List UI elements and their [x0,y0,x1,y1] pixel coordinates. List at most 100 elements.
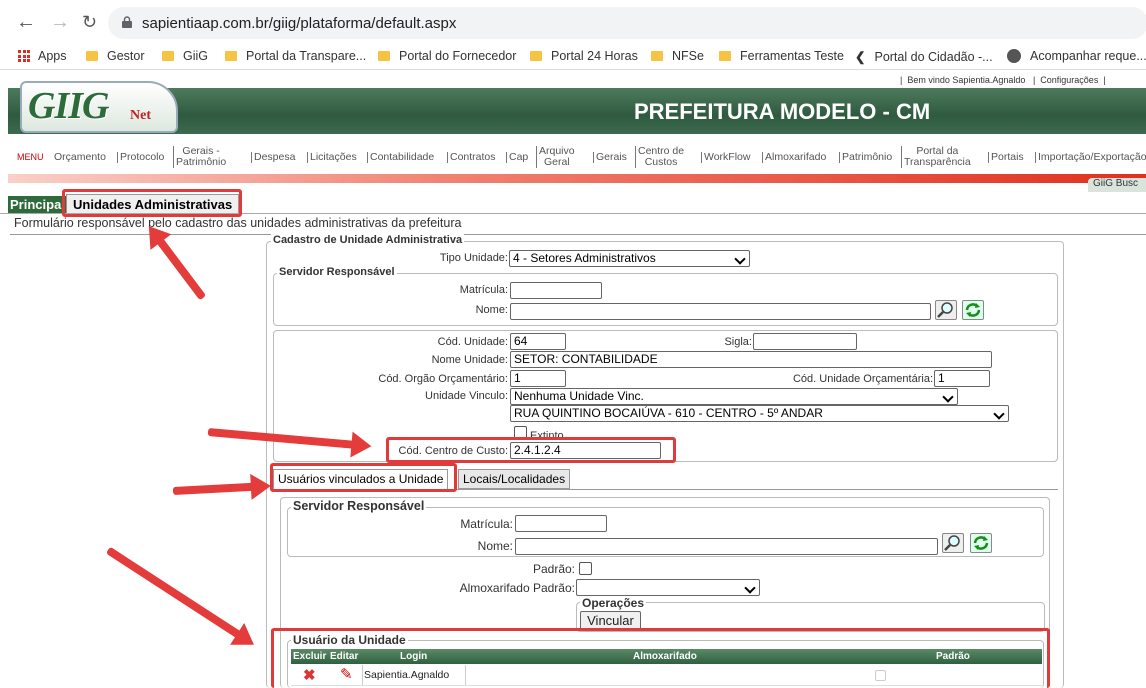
usuarios-nome-label: Nome: [477,539,513,553]
nome-input[interactable] [510,303,931,320]
nome-label: Nome: [475,304,508,316]
description-divider [10,234,1146,235]
menu-workflow[interactable]: WorkFlow [701,152,750,163]
folder-icon [651,51,663,61]
bookmark-apps[interactable]: Apps [18,49,67,63]
bookmark-giig[interactable]: GiiG [162,49,208,63]
almox-select[interactable] [576,579,760,596]
highlight-usuarios-tab [270,463,457,492]
highlight-usuario-grid [271,628,1050,688]
nome-unidade-label: Nome Unidade: [431,354,508,366]
logo-text: GIIG [28,85,109,127]
menu-patrimonio[interactable]: Patrimônio [839,152,892,163]
annotation-arrow-icon [105,546,245,641]
tab-principal[interactable]: Principal [8,196,67,213]
tipo-unidade-label: Tipo Unidade: [439,252,508,264]
giig-busca-tab[interactable]: GiiG Busc [1088,178,1146,192]
bookmark-portal-cidadao[interactable]: ❮ Portal do Cidadão -... [855,49,993,65]
header-accent-line [8,174,1146,183]
highlight-unidades-tab [62,189,242,217]
search-icon[interactable] [942,533,964,553]
bookmark-acompanhar[interactable]: Acompanhar reque... [1007,49,1146,63]
padrao-label: Padrão: [532,562,575,576]
refresh-icon[interactable] [970,533,992,553]
lock-icon [122,16,132,28]
matricula-label: Matrícula: [459,284,508,296]
apps-grid-icon [18,50,30,62]
search-icon[interactable] [935,300,957,320]
bookmark-ferramentas[interactable]: Ferramentas Teste [719,49,844,63]
servidor-legend: Servidor Responsável [277,266,397,278]
cod-unid-orc-label: Cód. Unidade Orçamentária: [792,373,933,385]
annotation-arrow-icon [172,482,258,495]
url-text[interactable]: sapientiaap.com.br/giig/plataforma/defau… [142,15,456,32]
menu-arquivo-geral[interactable]: Arquivo Geral [536,146,575,168]
menu-despesa[interactable]: Despesa [251,152,295,163]
usuarios-servidor-legend: Servidor Responsável [291,499,427,513]
cod-unid-orc-input[interactable]: 1 [934,370,990,387]
bookmark-gestor[interactable]: Gestor [86,49,145,63]
folder-icon [225,51,237,61]
bookmark-portal-24h[interactable]: Portal 24 Horas [530,49,638,63]
menu-licitacoes[interactable]: Licitações [307,152,357,163]
menu-portal-transparencia[interactable]: Portal da Transparência [901,146,971,168]
tab-locais[interactable]: Locais/Localidades [458,469,571,489]
cod-unidade-label: Cód. Unidade: [437,336,508,348]
main-menu: MENU Orçamento Protocolo Gerais - Patrim… [8,140,1146,174]
menu-contratos[interactable]: Contratos [447,152,496,163]
menu-orcamento[interactable]: Orçamento [52,152,106,163]
usuarios-nome-input[interactable] [515,538,938,555]
cadastro-legend: Cadastro de Unidade Administrativa [271,234,465,246]
folder-icon [378,51,390,61]
reload-icon[interactable]: ↻ [82,12,97,32]
cod-unidade-input[interactable]: 64 [510,333,566,350]
logo-net: Net [130,108,151,123]
cod-orgao-label: Cód. Orgão Orçamentário: [378,373,508,385]
top-links: | Bem vindo Sapientia.Agnaldo | Configur… [900,75,1106,85]
menu-protocolo[interactable]: Protocolo [117,152,164,163]
folder-icon [719,51,731,61]
usuarios-matricula-input[interactable] [515,515,607,532]
annotation-arrow-icon [154,234,207,301]
menu-gerais[interactable]: Gerais [593,152,627,163]
sigla-input[interactable] [753,333,857,350]
bookmarks-bar: Apps Gestor GiiG Portal da Transpare... … [0,44,1146,70]
menu-portais[interactable]: Portais [988,152,1024,163]
menu-almoxarifado[interactable]: Almoxarifado [762,152,826,163]
refresh-icon[interactable] [962,300,984,320]
folder-icon [162,51,174,61]
chevron-left-icon: ❮ [855,50,866,64]
page-description: Formulário responsável pelo cadastro das… [14,216,462,230]
back-arrow-icon[interactable]: ← [16,12,36,32]
vinculo-label: Unidade Vinculo: [425,390,508,402]
usuarios-matricula-label: Matrícula: [460,517,513,531]
globe-icon [1007,49,1021,63]
tipo-unidade-select[interactable]: 4 - Setores Administrativos [509,250,750,267]
folder-icon [530,51,542,61]
menu-cap[interactable]: Cap [506,152,528,163]
config-link[interactable]: Configurações [1040,75,1098,85]
highlight-centro-custo [386,437,676,463]
vinculo-select[interactable]: Nenhuma Unidade Vinc. [510,388,958,405]
menu-label: MENU [17,152,44,162]
bookmark-nfse[interactable]: NFSe [651,49,704,63]
cod-orgao-input[interactable]: 1 [510,370,566,387]
page-header-band [8,88,1146,134]
sigla-label: Sigla: [724,336,752,348]
bookmark-portal-transparencia[interactable]: Portal da Transpare... [225,49,366,63]
endereco-select[interactable]: RUA QUINTINO BOCAIÚVA - 610 - CENTRO - 5… [510,405,1009,422]
almox-label: Almoxarifado Padrão: [459,581,575,595]
folder-icon [86,51,98,61]
menu-gerais-patrimonio[interactable]: Gerais - Patrimônio [173,146,226,168]
nome-unidade-input[interactable]: SETOR: CONTABILIDADE [510,351,992,368]
menu-contabilidade[interactable]: Contabilidade [367,152,434,163]
operacoes-legend: Operações [580,596,647,610]
bookmark-portal-fornecedor[interactable]: Portal do Fornecedor [378,49,516,63]
matricula-input[interactable] [510,282,602,299]
menu-centro-custos[interactable]: Centro de Custos [635,146,684,168]
org-title: PREFEITURA MODELO - CM [634,99,931,124]
welcome-text: Bem vindo Sapientia.Agnaldo [907,75,1026,85]
menu-importacao[interactable]: Importação/Exportação [1035,152,1146,163]
forward-arrow-icon[interactable]: → [50,12,70,32]
padrao-checkbox[interactable] [579,562,592,575]
